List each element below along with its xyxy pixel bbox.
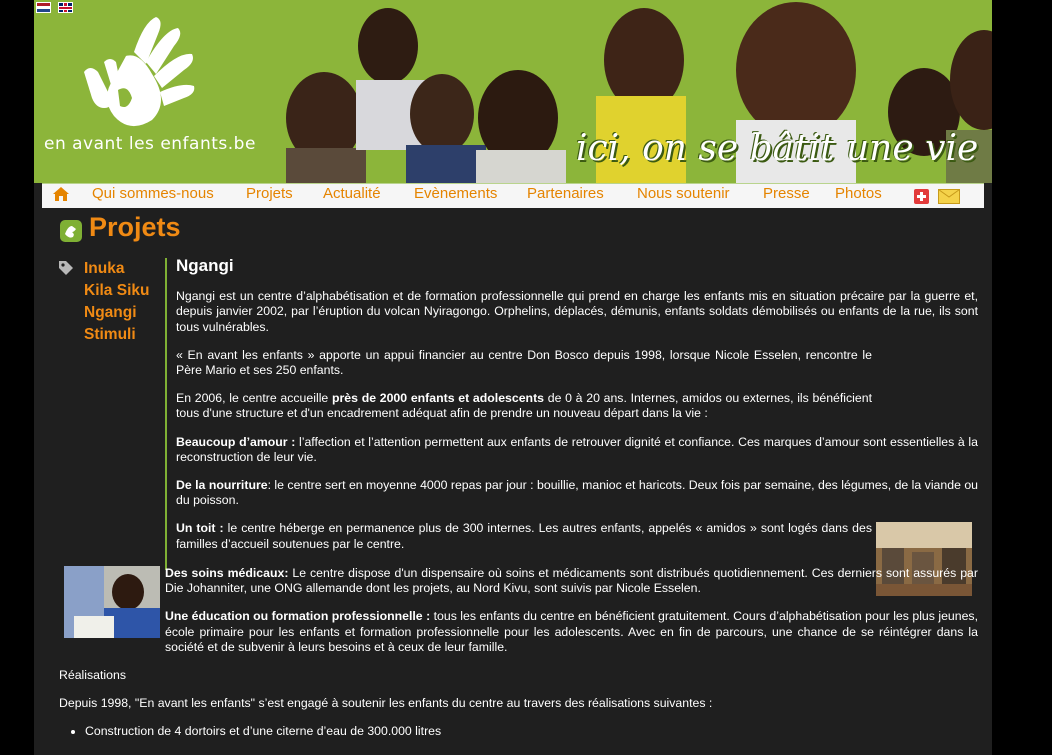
tagline: ici, on se bâtit une vie — [576, 128, 979, 169]
english-flag-icon[interactable] — [58, 2, 73, 13]
list-item: Construction de 4 dortoirs et d’une cite… — [85, 724, 978, 739]
paragraph-support: « En avant les enfants » apporte un appu… — [176, 347, 872, 378]
paragraph-care: Des soins médicaux: Le centre dispose d'… — [59, 566, 978, 596]
sidebar-divider — [165, 258, 167, 570]
text: le centre héberge en permanence plus de … — [176, 521, 872, 551]
site-header: en avant les enfants.be ici, on se bâtit… — [34, 0, 992, 183]
achievements-intro: Depuis 1998, "En avant les enfants" s’es… — [59, 696, 713, 711]
nav-item-presse[interactable]: Presse — [763, 185, 810, 202]
main-nav: Qui sommes-nous Projets Actualité Evènem… — [42, 183, 984, 208]
plus-icon[interactable] — [914, 189, 929, 204]
text: En 2006, le centre accueille — [176, 391, 332, 406]
nav-item-photos[interactable]: Photos — [835, 185, 882, 202]
article-lower: Des soins médicaux: Le centre dispose d'… — [59, 566, 978, 740]
nav-item-qui-sommes-nous[interactable]: Qui sommes-nous — [92, 185, 214, 202]
paragraph-food: De la nourriture: le centre sert en moye… — [176, 478, 978, 508]
label: De la nourriture — [176, 478, 268, 493]
mail-icon[interactable] — [938, 189, 960, 204]
page-container: en avant les enfants.be ici, on se bâtit… — [34, 0, 992, 755]
nav-item-actualite[interactable]: Actualité — [323, 185, 381, 202]
paragraph-love: Beaucoup d’amour : l’affection et l’atte… — [176, 435, 978, 465]
page-title: Projets — [89, 212, 181, 242]
subnav-item-inuka[interactable]: Inuka — [84, 258, 149, 280]
text: : le centre sert en moyenne 4000 repas p… — [176, 478, 979, 508]
paragraph-education: Une éducation ou formation professionnel… — [59, 609, 978, 655]
achievements-list: Construction de 4 dortoirs et d’une cite… — [59, 724, 978, 739]
paragraph-roof: Un toit : le centre héberge en permanenc… — [176, 521, 872, 551]
nav-item-evenements[interactable]: Evènements — [414, 185, 497, 202]
nav-item-projets[interactable]: Projets — [246, 185, 293, 202]
subnav-item-ngangi[interactable]: Ngangi — [84, 302, 149, 324]
hands-title-icon — [60, 220, 82, 242]
article-title: Ngangi — [176, 256, 234, 275]
logo-text[interactable]: en avant les enfants.be — [44, 134, 256, 154]
label: Beaucoup d’amour : — [176, 434, 296, 449]
nav-item-partenaires[interactable]: Partenaires — [527, 185, 604, 202]
achievements-heading: Réalisations — [59, 668, 126, 683]
text: l’affection et l’attention permettent au… — [176, 434, 978, 464]
label: Des soins médicaux: — [165, 566, 289, 580]
article-content: Ngangi Ngangi est un centre d’alphabétis… — [176, 256, 978, 565]
paragraph-intro: Ngangi est un centre d’alphabétisation e… — [176, 289, 978, 334]
project-subnav: Inuka Kila Siku Ngangi Stimuli — [84, 258, 149, 346]
paragraph-2006: En 2006, le centre accueille près de 200… — [176, 391, 872, 421]
highlight: près de 2000 enfants et adolescents — [332, 391, 545, 406]
home-icon[interactable] — [52, 185, 70, 203]
nav-item-nous-soutenir[interactable]: Nous soutenir — [637, 185, 730, 202]
label: Une éducation ou formation professionnel… — [165, 609, 431, 624]
tag-icon — [59, 261, 73, 275]
subnav-item-kila-siku[interactable]: Kila Siku — [84, 280, 149, 302]
subnav-item-stimuli[interactable]: Stimuli — [84, 324, 149, 346]
label: Un toit : — [176, 521, 224, 536]
dutch-flag-icon[interactable] — [36, 2, 51, 13]
hands-logo-icon[interactable] — [74, 12, 214, 132]
